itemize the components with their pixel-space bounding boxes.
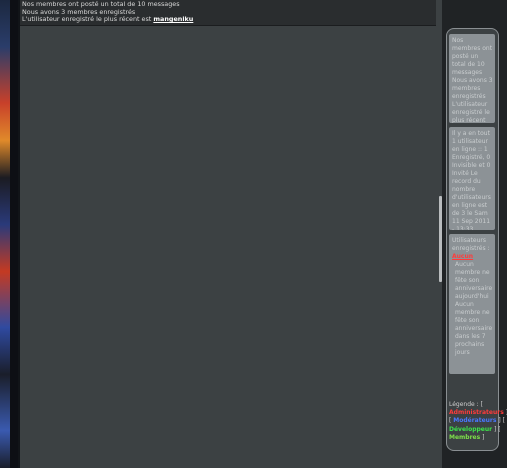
sidebar-birthday-text: Aucun membre ne fête son anniversaire au… xyxy=(455,261,493,356)
sidebar-stats-panel: Nos membres ont posté un total de 10 mes… xyxy=(449,34,495,123)
sidebar-online-text: Il y a en tout 1 utilisateur en ligne ::… xyxy=(452,130,491,230)
forum-stats-box: Nos membres ont posté un total de 10 mes… xyxy=(20,0,436,26)
sidebar-online-panel: Il y a en tout 1 utilisateur en ligne ::… xyxy=(449,127,495,230)
sidebar-stats-text: Nos membres ont posté un total de 10 mes… xyxy=(452,37,493,123)
main-content: Nos membres ont posté un total de 10 mes… xyxy=(20,0,442,468)
decorative-comic-art xyxy=(0,0,18,468)
legend-developer[interactable]: Développeur xyxy=(449,426,492,433)
stats-latest-user-label: L'utilisateur enregistré le plus récent … xyxy=(22,15,154,24)
legend-admin[interactable]: Administrateurs xyxy=(449,409,504,416)
sidebar-none-label: Aucun xyxy=(452,253,474,260)
latest-user-link[interactable]: mangeniku xyxy=(153,15,193,23)
sidebar-registered-label: Utilisateurs enregistrés : xyxy=(452,237,490,252)
sidebar-birthday-panel: Utilisateurs enregistrés : Aucun Aucun m… xyxy=(449,234,495,374)
legend-member[interactable]: Membres xyxy=(449,434,480,441)
legend-label: Légende : [ xyxy=(449,401,483,408)
legend: Légende : [ Administrateurs ] [ Modérate… xyxy=(449,401,507,442)
stats-latest-user: L'utilisateur enregistré le plus récent … xyxy=(22,15,436,24)
legend-moderator[interactable]: Modérateurs xyxy=(453,417,496,424)
